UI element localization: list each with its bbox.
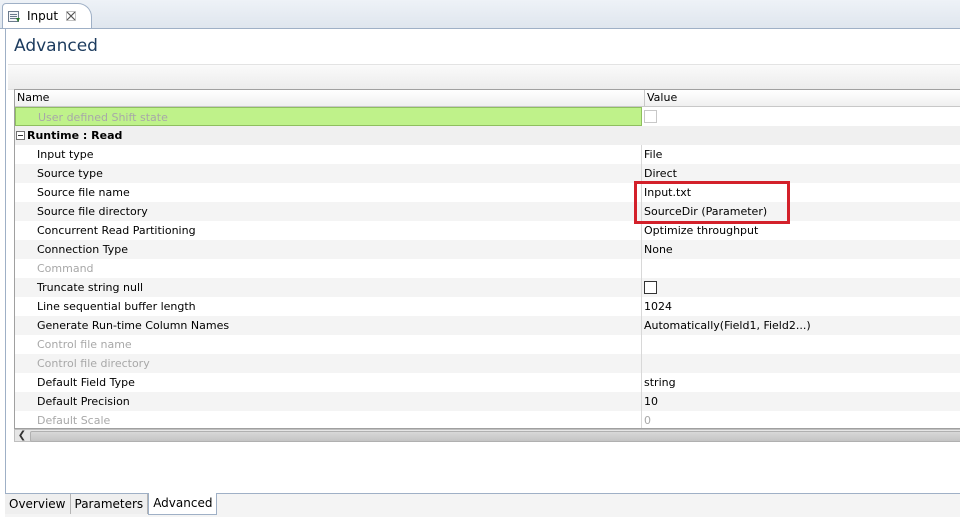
property-name: Command [15,259,642,278]
property-name: Default Field Type [15,373,642,392]
category-text: Runtime : Read [27,129,123,142]
tab-overview[interactable]: Overview [5,494,71,514]
property-row[interactable]: Default Field Type string [15,373,960,392]
property-name: Default Precision [15,392,642,411]
property-value[interactable]: string [642,373,960,392]
property-name: Connection Type [15,240,642,259]
property-value: 0 [644,414,651,427]
editor-tab-strip: Input [0,0,960,29]
property-value [642,335,960,354]
tab-parameters[interactable]: Parameters [70,494,149,514]
property-value-cell [642,107,960,126]
properties-table: Name Value User defined Shift state Runti… [14,89,960,429]
horizontal-scrollbar[interactable]: ❮ [14,429,960,442]
table-header: Name Value [15,90,960,107]
property-row[interactable]: Concurrent Read Partitioning Optimize thr… [15,221,960,240]
property-name: Default Scale [15,411,642,428]
property-name: Truncate string null [15,278,642,297]
property-value[interactable]: None [642,240,960,259]
annotation-highlight-box [634,181,790,224]
property-row[interactable]: Default Scale 0 [15,411,960,428]
property-row[interactable]: Command [15,259,960,278]
property-value[interactable]: 1024 [642,297,960,316]
property-name: User defined Shift state [15,107,642,126]
section-toolbar [8,64,960,90]
bottom-page-tabs: Overview Parameters Advanced [5,493,960,517]
property-checkbox [644,109,657,123]
property-row[interactable]: Default Precision 10 [15,392,960,411]
property-row[interactable]: Control file directory [15,354,960,373]
property-value[interactable]: Automatically(Field1, Field2...) [642,316,960,335]
scroll-left-arrow-icon[interactable]: ❮ [15,430,29,441]
property-name: Line sequential buffer length [15,297,642,316]
property-name: Source type [15,164,642,183]
property-value [642,354,960,373]
property-row[interactable]: Truncate string null [15,278,960,297]
property-name: Generate Run-time Column Names [15,316,642,335]
property-row[interactable]: Source type Direct [15,164,960,183]
editor-tab-label: Input [27,9,59,23]
property-value[interactable]: File [642,145,960,164]
property-name: Source file name [15,183,642,202]
property-row[interactable]: Control file name [15,335,960,354]
property-name: Control file directory [15,354,642,373]
scrollbar-thumb[interactable] [30,431,960,442]
input-transformation-icon [8,10,21,23]
property-row[interactable]: Source file name Input.txt [15,183,960,202]
property-row[interactable]: Input type File [15,145,960,164]
tab-advanced[interactable]: Advanced [148,493,218,515]
column-header-value[interactable]: Value [645,90,960,106]
category-row[interactable]: Runtime : Read [15,126,960,145]
property-row[interactable]: Line sequential buffer length 1024 [15,297,960,316]
property-value [642,259,960,278]
column-header-name[interactable]: Name [15,90,645,106]
property-name: Input type [15,145,642,164]
collapse-icon[interactable] [16,130,25,140]
property-value[interactable]: 10 [642,392,960,411]
property-name: Concurrent Read Partitioning [15,221,642,240]
property-checkbox[interactable] [644,280,657,294]
close-icon[interactable] [65,10,77,22]
property-row[interactable]: Source file directory SourceDir (Paramete… [15,202,960,221]
editor-tab-input[interactable]: Input [2,3,92,28]
property-row[interactable]: Connection Type None [15,240,960,259]
property-name: Source file directory [15,202,642,221]
page-title: Advanced [14,36,98,56]
property-name: Control file name [15,335,642,354]
property-row[interactable]: Generate Run-time Column Names Automatica… [15,316,960,335]
table-body: User defined Shift state Runtime : Read In… [15,107,960,428]
property-row[interactable]: User defined Shift state [15,107,960,126]
category-label: Runtime : Read [15,126,122,145]
property-value-cell [642,278,960,297]
